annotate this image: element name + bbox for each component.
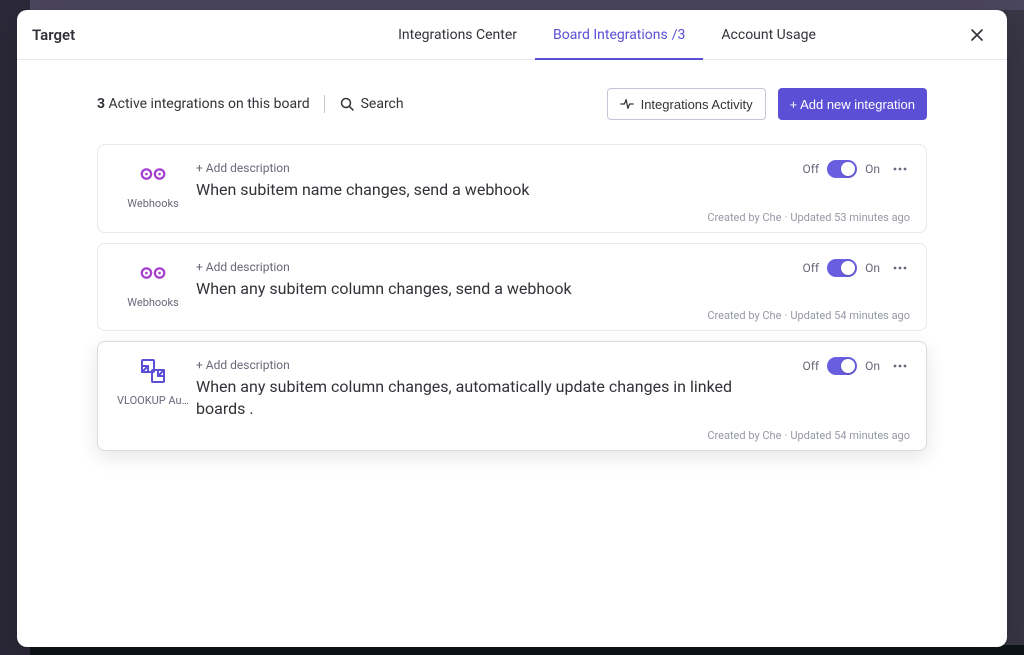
meta-created: Created by Che — [707, 211, 781, 224]
search-icon — [339, 96, 355, 112]
integration-title: When any subitem column changes, automat… — [196, 376, 910, 419]
more-icon — [891, 160, 909, 178]
tabs: Integrations Center Board Integrations /… — [267, 10, 947, 59]
integration-toggle[interactable] — [827, 160, 857, 178]
tab-board-integrations[interactable]: Board Integrations / 3 — [535, 10, 703, 59]
integration-app-icon — [138, 258, 168, 288]
close-button[interactable] — [963, 21, 991, 49]
tab-account-usage[interactable]: Account Usage — [703, 10, 833, 59]
meta-updated: Updated 54 minutes ago — [790, 429, 910, 442]
toggle-knob — [841, 261, 855, 275]
integration-meta: Created by Che·Updated 53 minutes ago — [196, 211, 910, 224]
tab-integrations-center[interactable]: Integrations Center — [380, 10, 535, 59]
toggle-off-label: Off — [803, 261, 820, 275]
vlookup-icon — [138, 356, 168, 386]
integration-more-button[interactable] — [888, 354, 912, 378]
button-label: + Add new integration — [790, 97, 915, 112]
toggle-on-label: On — [865, 359, 880, 373]
integration-title: When subitem name changes, send a webhoo… — [196, 179, 910, 201]
meta-updated: Updated 53 minutes ago — [790, 211, 910, 224]
close-icon — [969, 27, 985, 43]
integration-meta: Created by Che·Updated 54 minutes ago — [196, 309, 910, 322]
toggle-knob — [841, 162, 855, 176]
tab-label: Board Integrations — [553, 27, 668, 43]
add-description-button[interactable]: + Add description — [196, 260, 290, 274]
integrations-activity-button[interactable]: Integrations Activity — [607, 88, 766, 120]
integration-app-name: Webhooks — [127, 296, 178, 309]
toggle-on-label: On — [865, 162, 880, 176]
modal-header: Target Integrations Center Board Integra… — [17, 10, 1007, 60]
active-integrations-count: 3 Active integrations on this board — [97, 96, 310, 112]
integration-app-badge: VLOOKUP Auto… — [114, 354, 192, 442]
integration-title: When any subitem column changes, send a … — [196, 278, 910, 300]
integration-actions: Off On — [803, 157, 913, 181]
integration-app-icon — [138, 159, 168, 189]
integration-card[interactable]: VLOOKUP Auto… + Add description When any s… — [97, 341, 927, 451]
tab-label: Account Usage — [721, 27, 815, 43]
integration-app-name: Webhooks — [127, 197, 178, 210]
webhooks-icon — [138, 258, 168, 288]
add-new-integration-button[interactable]: + Add new integration — [778, 88, 927, 120]
toggle-off-label: Off — [803, 162, 820, 176]
meta-separator: · — [784, 309, 787, 322]
search-button[interactable]: Search — [339, 96, 404, 112]
integration-card[interactable]: Webhooks + Add description When subitem na… — [97, 144, 927, 233]
add-description-button[interactable]: + Add description — [196, 161, 290, 175]
button-label: Integrations Activity — [641, 97, 753, 112]
integration-actions: Off On — [803, 354, 913, 378]
integration-list: Webhooks + Add description When subitem na… — [97, 144, 927, 451]
toggle-off-label: Off — [803, 359, 820, 373]
integration-app-badge: Webhooks — [114, 256, 192, 323]
tab-count: 3 — [678, 27, 686, 43]
count-number: 3 — [97, 96, 105, 112]
meta-separator: · — [784, 429, 787, 442]
integration-card[interactable]: Webhooks + Add description When any subite… — [97, 243, 927, 332]
webhooks-icon — [138, 159, 168, 189]
integration-toggle[interactable] — [827, 259, 857, 277]
add-description-button[interactable]: + Add description — [196, 358, 290, 372]
integration-app-name: VLOOKUP Auto… — [117, 394, 189, 407]
modal-body: 3 Active integrations on this board Sear… — [17, 60, 1007, 647]
toggle-on-label: On — [865, 261, 880, 275]
integration-actions: Off On — [803, 256, 913, 280]
backdrop-top — [30, 0, 1024, 10]
meta-created: Created by Che — [707, 429, 781, 442]
meta-created: Created by Che — [707, 309, 781, 322]
integration-toggle[interactable] — [827, 357, 857, 375]
integrations-modal: Target Integrations Center Board Integra… — [17, 10, 1007, 647]
toolbar: 3 Active integrations on this board Sear… — [97, 88, 927, 120]
integration-app-badge: Webhooks — [114, 157, 192, 224]
more-icon — [891, 259, 909, 277]
page-title: Target — [17, 10, 267, 59]
meta-separator: · — [784, 211, 787, 224]
toggle-knob — [841, 359, 855, 373]
search-label: Search — [361, 96, 404, 112]
integration-meta: Created by Che·Updated 54 minutes ago — [196, 429, 910, 442]
divider — [324, 95, 325, 113]
integration-more-button[interactable] — [888, 157, 912, 181]
activity-icon — [620, 97, 634, 111]
more-icon — [891, 357, 909, 375]
tab-label: Integrations Center — [398, 27, 517, 43]
meta-updated: Updated 54 minutes ago — [790, 309, 910, 322]
integration-app-icon — [138, 356, 168, 386]
integration-more-button[interactable] — [888, 256, 912, 280]
count-suffix: Active integrations on this board — [105, 96, 310, 112]
